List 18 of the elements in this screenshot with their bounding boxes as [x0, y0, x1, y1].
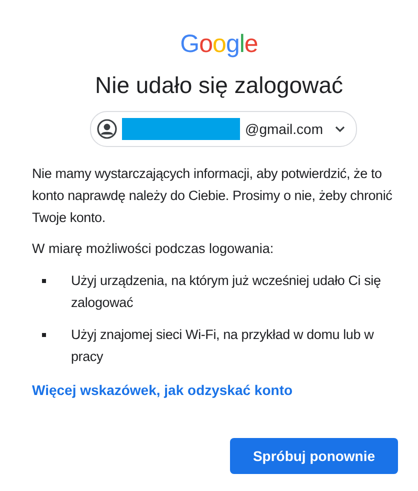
logo-letter: g [226, 30, 240, 59]
page-title: Nie udało się zalogować [94, 72, 344, 99]
retry-button[interactable]: Spróbuj ponownie [230, 438, 398, 474]
bullet-icon [42, 333, 46, 337]
tip-text: Użyj znajomej sieci Wi-Fi, na przykład w domu lub w pracy [71, 326, 375, 366]
logo-letter: l [239, 30, 244, 59]
tip-text: Użyj urządzenia, na którym już wcześniej udało Ci się zalogować [71, 272, 382, 312]
avatar-icon [97, 119, 117, 139]
tips-intro: W miarę możliwości podczas logowania: [32, 241, 275, 256]
logo-letter: o [212, 30, 226, 59]
email-text: @gmail.com [245, 121, 324, 137]
logo-letter: e [244, 30, 258, 59]
message-text: Nie mamy wystarczających informacji, aby potwierdzić, że to konto naprawdę należy do Ciebie. Prosimy o nie, żeby chronić Twoje konto. [32, 165, 394, 227]
account-chip[interactable]: @gmail.com [90, 111, 358, 147]
logo-letter: G [180, 30, 200, 59]
logo-letter: o [199, 30, 213, 59]
bullet-icon [42, 279, 46, 283]
help-link[interactable]: Więcej wskazówek, jak odzyskać konto [32, 382, 293, 398]
